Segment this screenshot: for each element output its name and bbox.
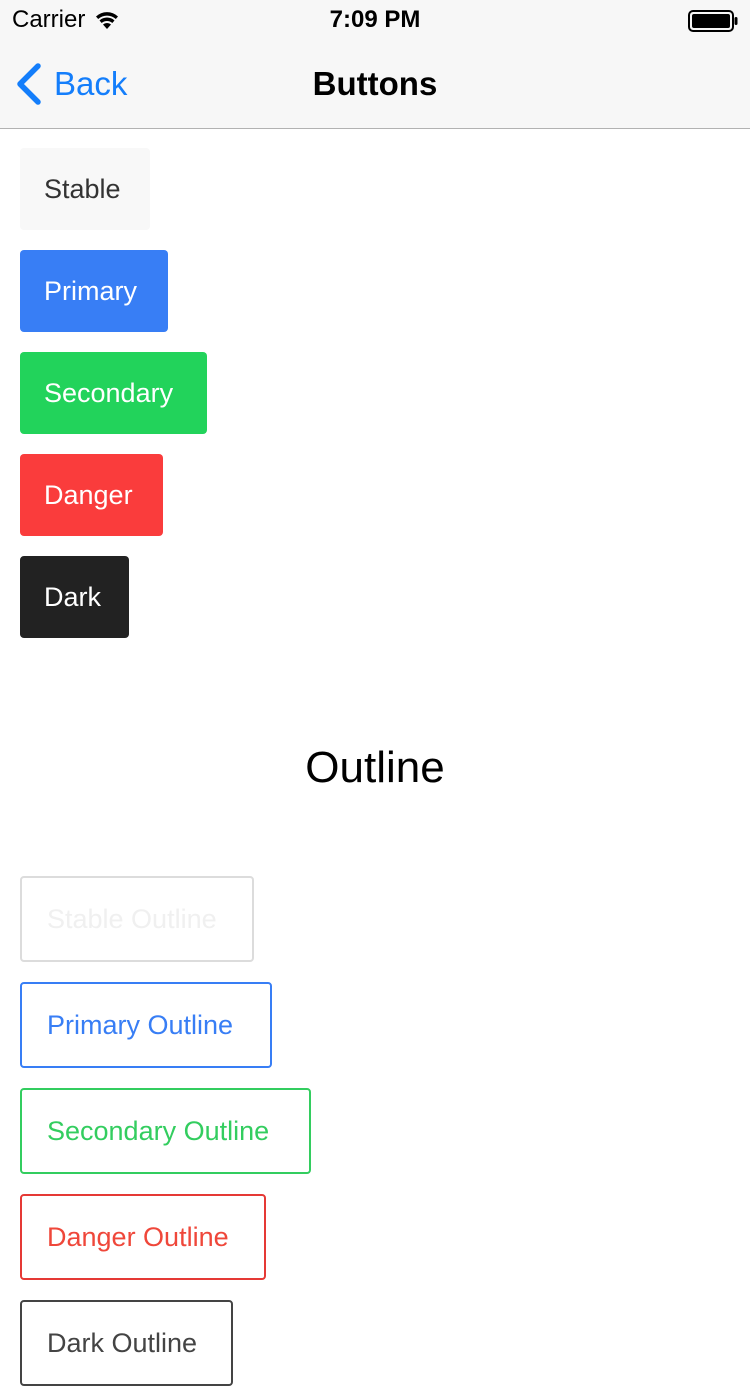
status-bar: Carrier 7:09 PM (0, 0, 750, 40)
battery-icon (688, 10, 738, 32)
status-time: 7:09 PM (329, 6, 421, 33)
top-bar: Carrier 7:09 PM Back Buttons (0, 0, 750, 129)
danger-outline-button[interactable]: Danger Outline (20, 1194, 266, 1280)
primary-outline-button[interactable]: Primary Outline (20, 982, 272, 1068)
outline-section-title: Outline (305, 743, 445, 792)
danger-button[interactable]: Danger (20, 454, 163, 536)
secondary-outline-button[interactable]: Secondary Outline (20, 1088, 311, 1174)
page-title: Buttons (312, 65, 438, 102)
primary-button[interactable]: Primary (20, 250, 168, 332)
navigation-bar: Back Buttons (0, 40, 750, 128)
secondary-button[interactable]: Secondary (20, 352, 207, 434)
stable-button[interactable]: Stable (20, 148, 150, 230)
dark-outline-button[interactable]: Dark Outline (20, 1300, 233, 1386)
dark-button[interactable]: Dark (20, 556, 129, 638)
stable-outline-button[interactable]: Stable Outline (20, 876, 254, 962)
